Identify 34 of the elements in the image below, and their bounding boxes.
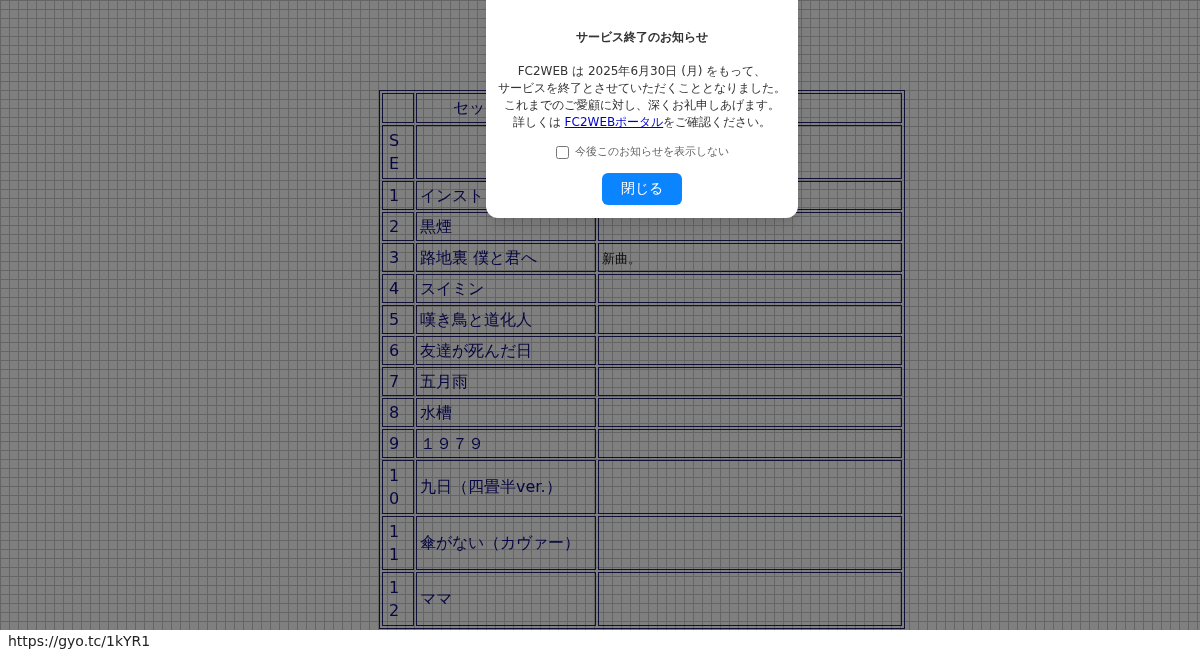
song-title: 黒煙 (420, 216, 452, 236)
song-title: ママ (420, 589, 452, 608)
status-url: https://gyo.tc/1kYR1 (8, 632, 151, 651)
row-number: 9 (389, 432, 401, 455)
row-number: 7 (389, 370, 401, 393)
portal-link[interactable]: FC2WEBポータル (564, 115, 664, 129)
close-button[interactable]: 閉じる (602, 172, 682, 205)
header-text: セッ (453, 98, 485, 117)
row-number: 10 (389, 464, 401, 510)
row-number: 12 (389, 576, 401, 622)
song-title: １９７９ (420, 433, 484, 453)
row-number: 4 (389, 277, 401, 300)
song-title: 九日（四畳半ver.） (420, 477, 562, 496)
notice-message: FC2WEB は 2025年6月30日 (月) をもって、 サービスを終了とさせていただくこととなりました。 これまでのご愛顧に対し、深くお礼申しあげます。 詳しくは FC2WEBポータルをご確認ください。 (498, 63, 786, 131)
song-title: スイミン (420, 278, 484, 298)
row-number: 8 (389, 401, 401, 424)
song-title: 嘆き鳥と道化人 (420, 309, 532, 329)
song-title: 五月雨 (420, 371, 468, 391)
row-number: 2 (389, 215, 401, 238)
song-title: 路地裏 僕と君へ (420, 247, 538, 267)
checkbox-label: 今後このお知らせを表示しない (574, 144, 729, 160)
row-number: SE (389, 129, 401, 175)
hide-notice-checkbox[interactable] (555, 145, 569, 159)
row-number: 11 (389, 520, 401, 566)
song-title: インスト (420, 185, 484, 205)
song-title: 水槽 (420, 402, 452, 422)
song-title: 友達が死んだ日 (420, 340, 532, 360)
dialog-title: サービス終了のお知らせ (576, 29, 708, 46)
row-number: 5 (389, 308, 401, 331)
row-number: 1 (389, 184, 401, 207)
row-number: 3 (389, 246, 401, 269)
song-note: 新曲。 (602, 250, 641, 266)
row-number: 6 (389, 339, 401, 362)
song-title: 傘がない（カヴァー） (420, 533, 580, 552)
